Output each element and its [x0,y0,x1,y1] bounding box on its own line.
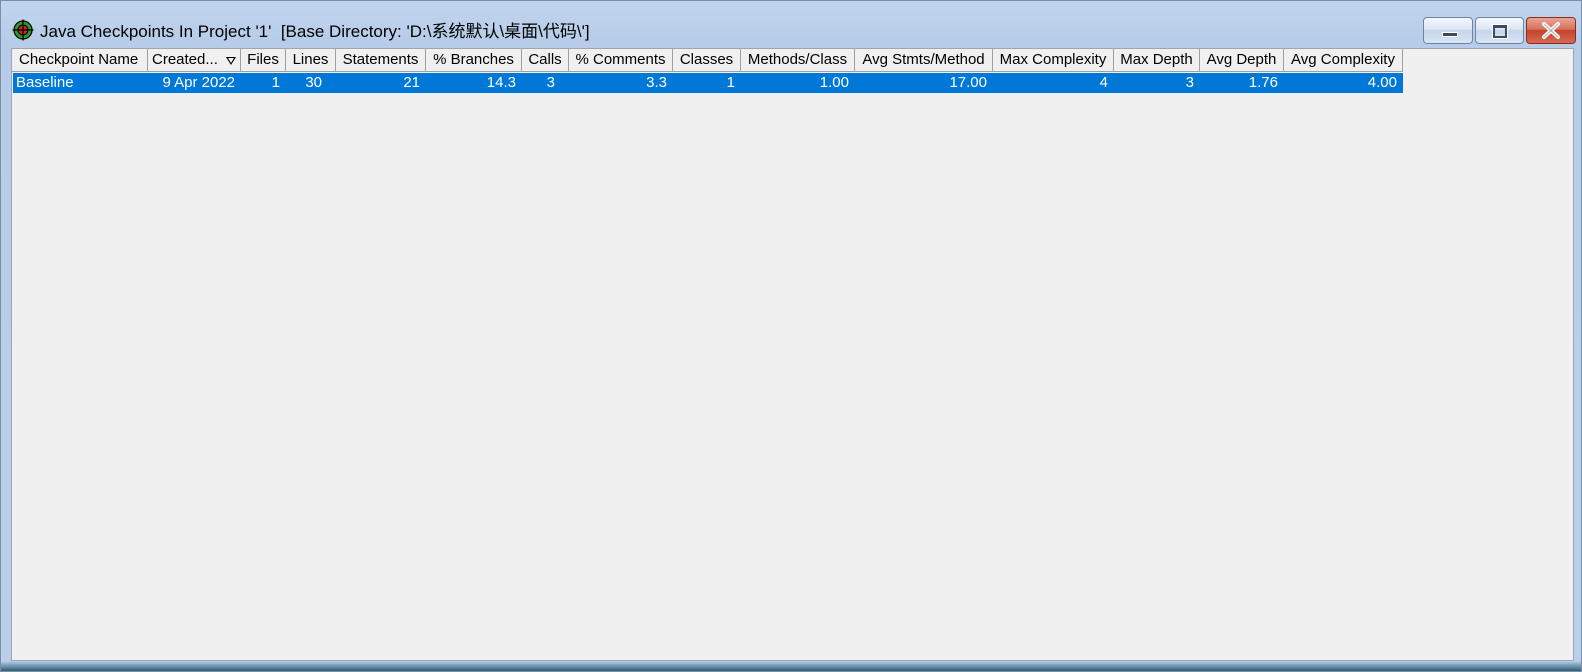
checkpoints-window: Java Checkpoints In Project '1' [Base Di… [0,0,1582,672]
column-label: Max Complexity [999,51,1107,68]
column-label: Avg Complexity [1291,51,1395,68]
column-label: % Branches [433,51,514,68]
cell-branches: 14.3 [486,74,516,91]
column-header-avg-stmts-method[interactable]: Avg Stmts/Method [855,49,993,72]
cell-files: 1 [271,74,280,91]
cell-created: 9 Apr 2022 [162,74,235,91]
column-header-created[interactable]: Created... [148,49,241,72]
column-label: Files [247,51,279,68]
cell-max-depth: 3 [1185,74,1194,91]
column-header-statements[interactable]: Statements [336,49,426,72]
window-bottom-edge [1,661,1581,671]
restore-icon [1492,24,1508,39]
column-label: Lines [292,51,329,68]
cell-max-complexity: 4 [1099,74,1108,91]
cell-comments: 3.3 [646,74,667,91]
column-header-avg-depth[interactable]: Avg Depth [1200,49,1284,72]
cell-methods-class: 1.00 [819,74,849,91]
column-label: Avg Depth [1206,51,1277,68]
column-header-max-complexity[interactable]: Max Complexity [993,49,1114,72]
title-bar[interactable]: Java Checkpoints In Project '1' [Base Di… [1,1,1581,47]
column-header-comments[interactable]: % Comments [569,49,673,72]
cell-classes: 1 [726,74,735,91]
column-header-checkpoint-name[interactable]: Checkpoint Name [12,49,148,72]
column-label: Statements [342,51,419,68]
maximize-button[interactable] [1475,17,1524,44]
cell-avg-complexity: 4.00 [1367,74,1397,91]
column-label: Avg Stmts/Method [862,51,985,68]
column-header-lines[interactable]: Lines [286,49,336,72]
table-row[interactable]: Baseline 9 Apr 2022 1 30 21 14.3 3 3.3 1… [13,73,1403,93]
column-label: Classes [679,51,734,68]
column-header-classes[interactable]: Classes [673,49,741,72]
cell-avg-depth: 1.76 [1248,74,1278,91]
column-label: % Comments [575,51,666,68]
cell-checkpoint-name: Baseline [16,74,74,91]
column-label: Calls [528,51,562,68]
cell-lines: 30 [305,74,322,91]
column-header-files[interactable]: Files [241,49,286,72]
table-header: Checkpoint Name Created... Files Lines S… [12,49,1403,72]
checkpoints-table: Checkpoint Name Created... Files Lines S… [11,48,1574,661]
close-icon [1542,22,1560,39]
column-header-methods-class[interactable]: Methods/Class [741,49,855,72]
close-button[interactable] [1526,17,1576,44]
column-label: Checkpoint Name [19,51,139,68]
sort-descending-icon [226,57,236,65]
column-label: Created... [152,51,218,68]
column-header-avg-complexity[interactable]: Avg Complexity [1284,49,1403,72]
column-header-calls[interactable]: Calls [522,49,569,72]
column-header-max-depth[interactable]: Max Depth [1114,49,1200,72]
cell-calls: 3 [546,74,555,91]
cell-avg-stmts-method: 17.00 [949,74,987,91]
column-label: Max Depth [1120,51,1193,68]
column-header-branches[interactable]: % Branches [426,49,522,72]
window-title: Java Checkpoints In Project '1' [Base Di… [40,22,590,41]
column-label: Methods/Class [747,51,848,68]
minimize-button[interactable] [1423,17,1473,44]
cell-statements: 21 [403,74,420,91]
target-crosshair-icon [12,19,34,41]
minimize-icon [1442,32,1458,37]
